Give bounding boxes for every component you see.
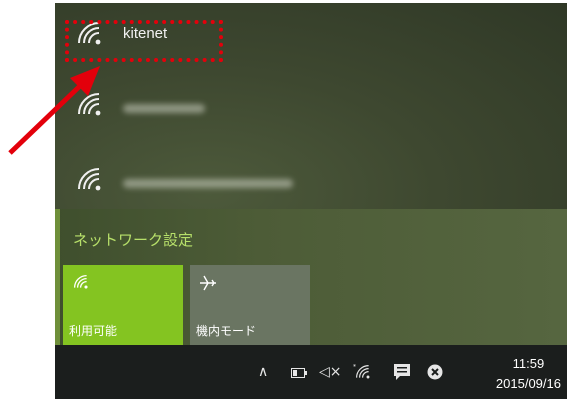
red-arrow-icon [8,66,100,155]
